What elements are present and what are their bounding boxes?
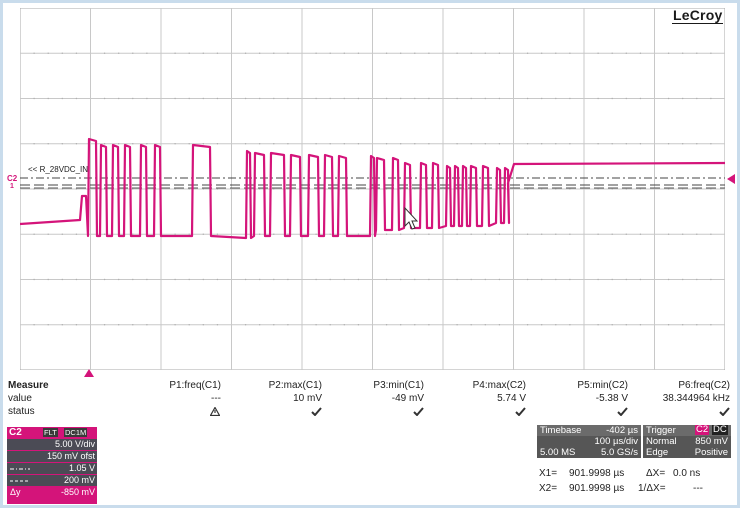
measure-value-p6: 38.344964 kHz (662, 393, 730, 404)
timebase-tdiv-row: 100 µs/div (537, 436, 641, 447)
measure-header-p5[interactable]: P5:min(C2) (577, 380, 628, 391)
measure-header-p2[interactable]: P2:max(C1) (269, 380, 322, 391)
trigger-type-row: Edge Positive (643, 447, 731, 458)
level2-row: 200 mV (7, 474, 97, 486)
measure-value-row: value --- 10 mV -49 mV 5.74 V -5.38 V 38… (8, 393, 732, 406)
channel-marker: C2 (7, 174, 18, 183)
check-icon (617, 407, 628, 419)
vdiv-value: 5.00 V/div (54, 439, 95, 449)
check-icon (311, 407, 322, 419)
measure-status-row: status (8, 406, 732, 419)
measure-header-row: Measure P1:freq(C1) P2:max(C1) P3:min(C1… (8, 380, 732, 393)
offset-value: 150 mV ofst (46, 451, 95, 461)
trigger-title: Trigger (646, 425, 676, 436)
measure-value-p5: -5.38 V (595, 393, 628, 404)
value-row-label: value (8, 393, 32, 404)
measure-table[interactable]: Measure P1:freq(C1) P2:max(C1) P3:min(C1… (8, 380, 732, 419)
level2-value: 200 mV (63, 475, 95, 485)
channel-header: C2 FLT DC1M (7, 427, 97, 438)
level1-row: 1.05 V (7, 462, 97, 474)
trigger-header: Trigger C2 DC (643, 425, 731, 436)
trace-label: << R_28VDC_IN (28, 165, 89, 174)
timebase-descriptor[interactable]: Timebase -402 µs 100 µs/div 5.00 MS 5.0 … (537, 425, 641, 458)
trigger-level: 850 mV (695, 436, 728, 447)
dy-row: Δy -850 mV (7, 486, 97, 498)
vdiv-row: 5.00 V/div (7, 438, 97, 450)
timebase-delay: -402 µs (606, 425, 638, 436)
cursor-x1-value: 901.9998 µs (569, 468, 625, 479)
measure-header-p4[interactable]: P4:max(C2) (473, 380, 526, 391)
status-row-label: status (8, 406, 35, 417)
trigger-level-marker (727, 174, 735, 186)
trigger-mode-row: Normal 850 mV (643, 436, 731, 447)
timebase-samples: 5.00 MS (540, 447, 576, 458)
level1-value: 1.05 V (68, 463, 95, 473)
measure-title: Measure (8, 380, 49, 391)
cursor-x2-label: X2= (539, 483, 558, 494)
offset-row: 150 mV ofst (7, 450, 97, 462)
timebase-header: Timebase -402 µs (537, 425, 641, 436)
cursor-inv-dx-label: 1/ΔX= (638, 483, 666, 494)
trigger-mode: Normal (646, 436, 677, 447)
measure-header-p6[interactable]: P6:freq(C2) (678, 380, 730, 391)
trigger-position-marker (84, 369, 94, 379)
cursor-inv-dx-value: --- (693, 483, 703, 494)
check-icon (515, 407, 526, 419)
brand-logo: LeCroy (672, 7, 724, 24)
measure-header-p1[interactable]: P1:freq(C1) (169, 380, 221, 391)
trigger-type: Edge (646, 447, 669, 458)
check-icon (719, 407, 730, 419)
channel-name: C2 (9, 427, 22, 438)
timebase-rate: 5.0 GS/s (601, 447, 638, 458)
trigger-coupling: DC (712, 424, 728, 435)
cursor-dx-label: ΔX= (646, 468, 666, 479)
measure-value-p4: 5.74 V (497, 393, 526, 404)
trigger-descriptor[interactable]: Trigger C2 DC Normal 850 mV Edge Positiv… (643, 425, 731, 458)
channel-c2-descriptor[interactable]: C2 FLT DC1M 5.00 V/div 150 mV ofst 1.05 … (7, 427, 97, 504)
measure-value-p2: 10 mV (293, 393, 322, 404)
dy-label: Δy (10, 487, 21, 497)
level-marker: 1 (10, 183, 14, 190)
coupling-badge: DC1M (64, 428, 88, 437)
timebase-tdiv: 100 µs/div (594, 436, 639, 447)
filter-badge: FLT (43, 428, 58, 437)
dy-value: -850 mV (60, 487, 95, 497)
measure-value-p1: --- (211, 393, 221, 404)
waveform-grid[interactable] (20, 8, 725, 370)
trigger-source: C2 (695, 424, 710, 435)
cursor-x1-label: X1= (539, 468, 558, 479)
timebase-title: Timebase (540, 425, 582, 436)
check-icon (413, 407, 424, 419)
measure-header-p3[interactable]: P3:min(C1) (373, 380, 424, 391)
measure-value-p3: -49 mV (391, 393, 424, 404)
trigger-slope: Positive (694, 447, 728, 458)
timebase-samples-row: 5.00 MS 5.0 GS/s (537, 447, 641, 458)
cursor-x2-value: 901.9998 µs (569, 483, 625, 494)
cursor-dx-value: 0.0 ns (673, 468, 701, 479)
warning-icon (209, 406, 221, 419)
